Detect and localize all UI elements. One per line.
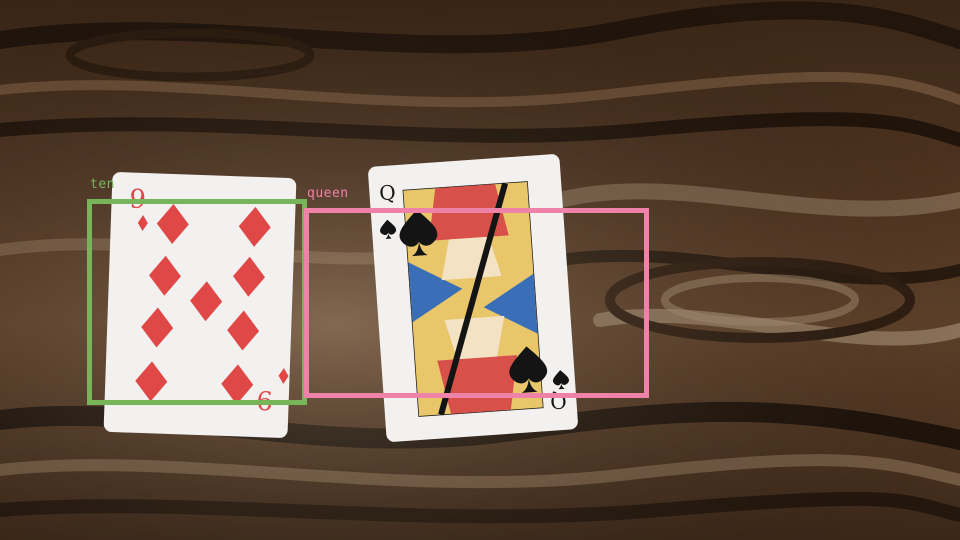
detection-box-ten [87, 199, 307, 405]
detection-label-queen: queen [307, 186, 349, 201]
detection-label-ten: ten [90, 177, 115, 192]
card-rank-top: Q [378, 180, 396, 205]
image-stage: 9 9 Q Q ten queen [0, 0, 960, 540]
detection-box-queen [304, 208, 649, 398]
